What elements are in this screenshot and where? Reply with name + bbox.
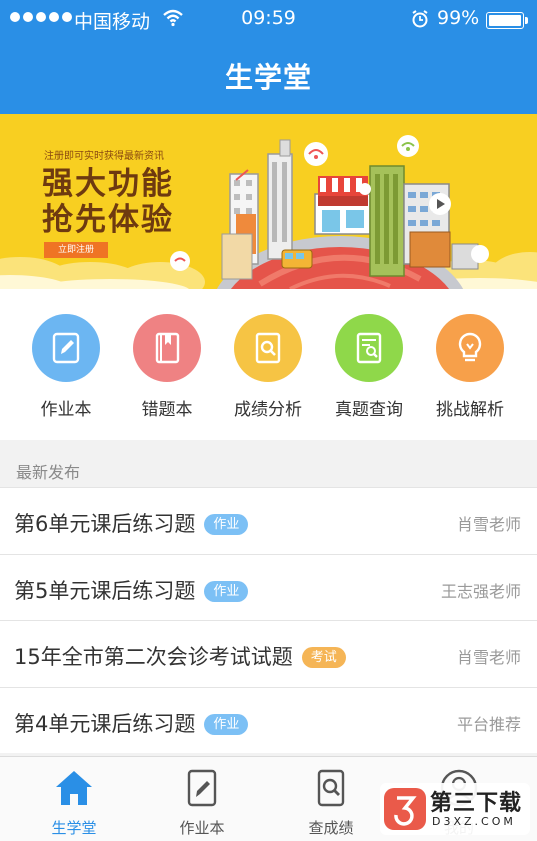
- quick-item-label: 成绩分析: [234, 400, 302, 420]
- list-item[interactable]: 第5单元课后练习题 作业 王志强老师: [0, 553, 537, 621]
- quick-item-label: 真题查询: [335, 400, 403, 420]
- banner-headline-2: 抢先体验: [42, 202, 174, 238]
- item-title-wrap: 第4单元课后练习题 作业: [14, 708, 249, 738]
- document-search-icon: [335, 314, 403, 382]
- watermark: 第三下载 D3XZ.COM: [380, 783, 530, 835]
- banner-tagline: 注册即可实时获得最新资讯: [44, 151, 164, 162]
- register-button[interactable]: 立即注册: [44, 242, 108, 258]
- item-author: 肖雪老师: [456, 648, 521, 667]
- battery-icon: [486, 12, 528, 29]
- battery-level: [489, 15, 521, 26]
- banner-headline-1: 强大功能: [42, 166, 174, 202]
- tab-home[interactable]: 生学堂: [34, 769, 114, 838]
- tab-grades[interactable]: 查成绩: [291, 769, 371, 838]
- item-tag-badge: 作业: [204, 514, 249, 535]
- watermark-domain: D3XZ.COM: [432, 815, 516, 828]
- search-document-icon: [234, 314, 302, 382]
- tab-label: 生学堂: [51, 819, 97, 837]
- item-title: 第6单元课后练习题: [14, 512, 196, 536]
- page-title: 生学堂: [224, 61, 312, 94]
- latest-list: 第6单元课后练习题 作业 肖雪老师 第5单元课后练习题 作业 王志强老师 15年全市…: [0, 487, 537, 753]
- item-author: 肖雪老师: [456, 515, 521, 534]
- lightbulb-icon: [436, 314, 504, 382]
- quick-item-challenge[interactable]: 挑战解析: [420, 314, 520, 420]
- alarm-icon: [410, 9, 430, 34]
- quick-item-grade-analysis[interactable]: 成绩分析: [218, 314, 318, 420]
- home-icon: [56, 771, 92, 805]
- quick-item-mistakes[interactable]: 错题本: [117, 314, 217, 420]
- item-tag-badge: 作业: [204, 713, 249, 735]
- book-icon: [133, 314, 201, 382]
- item-title: 第5单元课后练习题: [14, 578, 196, 603]
- quick-item-label: 错题本: [141, 400, 193, 420]
- pencil-note-icon: [32, 314, 100, 382]
- navigation-bar: 生学堂: [0, 40, 537, 114]
- search-document-icon: [317, 769, 345, 807]
- tab-label: 作业本: [179, 819, 225, 837]
- quick-item-label: 作业本: [40, 400, 92, 420]
- quick-item-label: 挑战解析: [436, 400, 504, 420]
- list-item[interactable]: 第4单元课后练习题 作业 平台推荐: [0, 686, 537, 754]
- list-item[interactable]: 15年全市第二次会诊考试试题 考试 肖雪老师: [0, 620, 537, 687]
- section-title: 最新发布: [16, 463, 81, 482]
- item-tag-badge: 考试: [301, 647, 346, 668]
- item-title-wrap: 第6单元课后练习题 作业: [14, 508, 249, 538]
- item-author: 平台推荐: [456, 714, 521, 734]
- tab-label: 查成绩: [308, 819, 354, 837]
- item-title-wrap: 15年全市第二次会诊考试试题 考试: [14, 641, 346, 671]
- battery-percent: 99%: [437, 7, 480, 29]
- item-author: 王志强老师: [440, 581, 521, 601]
- promo-banner[interactable]: 注册即可实时获得最新资讯 强大功能 抢先体验 立即注册: [0, 114, 537, 289]
- item-title: 第4单元课后练习题: [14, 711, 196, 736]
- quick-item-exam-search[interactable]: 真题查询: [319, 314, 419, 420]
- quick-item-homework[interactable]: 作业本: [16, 314, 116, 420]
- item-tag-badge: 作业: [204, 580, 249, 602]
- quick-menu: 作业本 错题本 成绩分析 真题查询 挑战解析: [0, 289, 537, 440]
- item-title-wrap: 第5单元课后练习题 作业: [14, 575, 249, 605]
- tab-homework[interactable]: 作业本: [162, 769, 242, 838]
- status-bar: 中国移动 09:59 99%: [0, 0, 537, 40]
- section-header: 最新发布: [0, 450, 537, 487]
- pencil-note-icon: [187, 769, 217, 807]
- list-item[interactable]: 第6单元课后练习题 作业 肖雪老师: [0, 487, 537, 554]
- watermark-name: 第三下载: [430, 791, 523, 816]
- app-screen: 中国移动 09:59 99% 生学堂 注册即可实时获得最新资讯 强大功能 抢先体…: [0, 0, 537, 841]
- item-title: 15年全市第二次会诊考试试题: [14, 645, 293, 669]
- watermark-logo-icon: [384, 788, 426, 830]
